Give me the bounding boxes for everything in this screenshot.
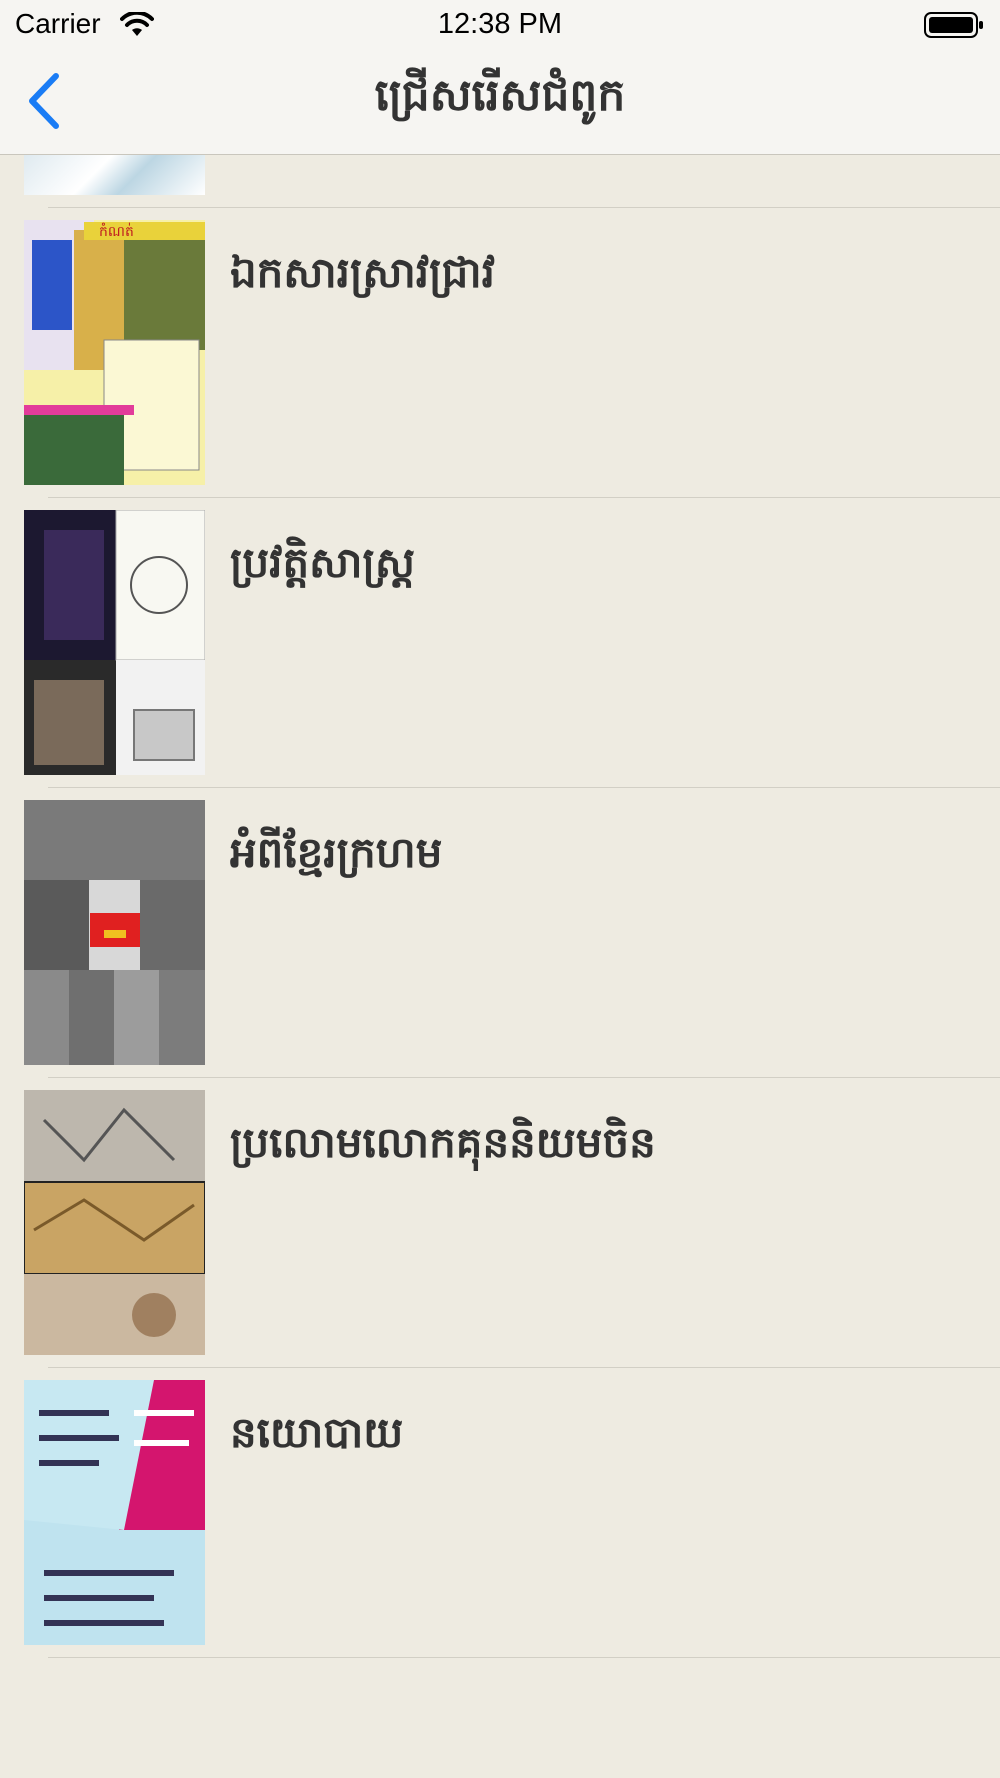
category-row-chinese-novels[interactable]: ប្រលោមលោកគុននិយមចិន (0, 1078, 1000, 1367)
navigation-bar: ជ្រើសរើសជំពូក (0, 50, 1000, 155)
category-row-research[interactable]: កំណត់ ឯកសារស្រាវជ្រាវ (0, 208, 1000, 497)
cover-thumbnail: កំណត់ (24, 220, 205, 485)
category-label: ឯកសារស្រាវជ្រាវ (230, 248, 495, 297)
page-title: ជ្រើសរើសជំពូក (374, 70, 626, 121)
category-row-history[interactable]: ប្រវត្តិសាស្ត្រ (0, 498, 1000, 787)
svg-text:កំណត់: កំណត់ (99, 222, 134, 240)
category-label: នយោបាយ (230, 1408, 404, 1457)
cover-thumbnail (24, 510, 205, 775)
cover-thumbnail (24, 800, 205, 1065)
category-label: ប្រវត្តិសាស្ត្រ (230, 538, 415, 587)
list-item-partial[interactable] (0, 155, 1000, 207)
cover-thumbnail (24, 155, 205, 195)
status-time: 12:38 PM (437, 8, 563, 40)
category-label: អំពីខ្មែរក្រហម (230, 828, 443, 877)
category-row-politics[interactable]: នយោបាយ (0, 1368, 1000, 1657)
battery-full-icon (924, 12, 983, 38)
category-row-khmer-rouge[interactable]: អំពីខ្មែរក្រហម (0, 788, 1000, 1077)
category-label: ប្រលោមលោកគុននិយមចិន (230, 1118, 656, 1167)
cover-thumbnail (24, 1090, 205, 1355)
row-separator (48, 1657, 1000, 1658)
cover-thumbnail (24, 1380, 205, 1645)
status-bar: Carrier 12:38 PM (0, 0, 1000, 50)
